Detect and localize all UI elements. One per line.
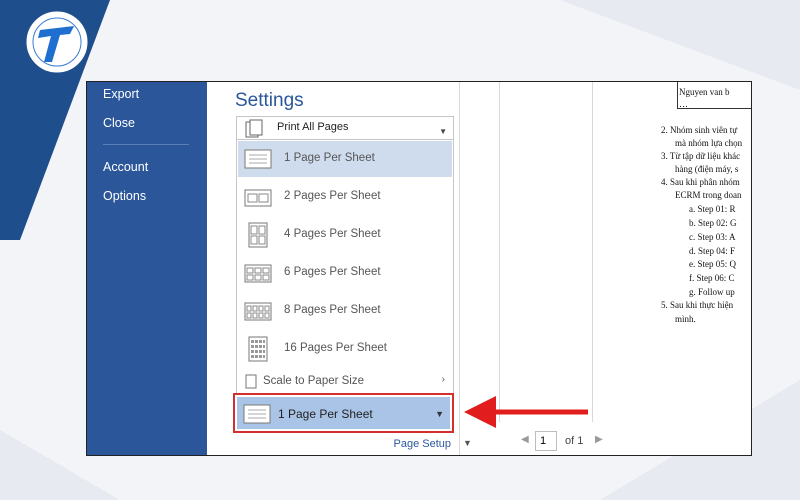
panel-divider: [459, 82, 460, 455]
annotation-arrow-icon: [464, 396, 588, 428]
print-pages-icon: [245, 119, 263, 138]
settings-title: Settings: [235, 90, 304, 111]
page-setup-link[interactable]: Page Setup: [394, 438, 452, 450]
option-6-pages-per-sheet[interactable]: 6 Pages Per Sheet: [238, 255, 452, 291]
sidebar-item-options[interactable]: Options: [103, 189, 146, 203]
preview-page-edge: [499, 82, 500, 422]
doc-line: a. Step 01: R: [689, 204, 736, 214]
scroll-down-icon[interactable]: ▼: [463, 438, 472, 448]
sidebar-item-close[interactable]: Close: [103, 116, 135, 130]
option-label: 4 Pages Per Sheet: [284, 228, 381, 240]
doc-line: b. Step 02: G: [689, 218, 737, 228]
one-page-icon: [243, 404, 271, 424]
four-pages-icon: [248, 222, 268, 248]
settings-panel: Settings Print All Pages ▼ 1 Page Per Sh…: [207, 82, 459, 455]
option-label: 6 Pages Per Sheet: [284, 266, 381, 278]
print-all-pages-label: Print All Pages: [277, 121, 349, 133]
option-2-pages-per-sheet[interactable]: 2 Pages Per Sheet: [238, 179, 452, 215]
doc-line: f. Step 06: C: [689, 273, 735, 283]
page-count-label: of 1: [565, 435, 584, 447]
doc-line: mình.: [675, 314, 696, 324]
sidebar-item-export[interactable]: Export: [103, 87, 139, 101]
option-4-pages-per-sheet[interactable]: 4 Pages Per Sheet: [238, 217, 452, 253]
sixteen-pages-icon: [248, 336, 268, 362]
doc-line: 3. Từ tập dữ liệu khác: [661, 151, 741, 161]
backstage-sidebar: Export Close Account Options: [87, 82, 207, 455]
print-all-pages-dropdown[interactable]: Print All Pages ▼: [236, 116, 454, 141]
six-pages-icon: [244, 264, 272, 283]
word-print-backstage: Export Close Account Options Settings Pr…: [86, 81, 752, 456]
option-8-pages-per-sheet[interactable]: 8 Pages Per Sheet: [238, 293, 452, 329]
option-label: 16 Pages Per Sheet: [284, 342, 387, 354]
one-page-icon: [244, 149, 272, 169]
doc-line: g. Follow up: [689, 287, 735, 297]
doc-line: hàng (điện máy, s: [675, 164, 739, 174]
pages-per-sheet-dropdown[interactable]: 1 Page Per Sheet ▼: [237, 397, 450, 429]
option-label: 1 Page Per Sheet: [284, 152, 375, 164]
doc-line: 2. Nhóm sinh viên tự: [661, 125, 738, 135]
doc-line: c. Step 03: A: [689, 232, 736, 242]
doc-line: d. Step 04: F: [689, 246, 736, 256]
doc-line: Nguyen van b: [679, 87, 730, 97]
option-label: 2 Pages Per Sheet: [284, 190, 381, 202]
option-1-page-per-sheet[interactable]: 1 Page Per Sheet: [238, 141, 452, 177]
preview-page-edge: [592, 82, 593, 422]
doc-line: ECRM trong doan: [675, 190, 742, 200]
scale-to-paper-label: Scale to Paper Size: [263, 375, 365, 387]
pages-per-sheet-selector-highlight: 1 Page Per Sheet ▼: [233, 393, 454, 433]
chevron-right-icon: ›: [441, 374, 445, 385]
chevron-down-icon: ▼: [435, 409, 444, 419]
sidebar-item-account[interactable]: Account: [103, 160, 148, 174]
previous-page-icon[interactable]: ◀: [521, 434, 529, 445]
selected-option-label: 1 Page Per Sheet: [278, 407, 373, 421]
doc-line: …: [679, 99, 688, 109]
page-number-input[interactable]: [535, 431, 557, 451]
doc-line: e. Step 05: Q: [689, 259, 736, 269]
scale-to-paper-size-item[interactable]: Scale to Paper Size ›: [236, 371, 454, 394]
two-pages-icon: [244, 189, 272, 207]
eight-pages-icon: [244, 302, 272, 321]
scale-paper-icon: [245, 374, 257, 389]
pages-per-sheet-list: 1 Page Per Sheet 2 Pages Per Sheet 4 Pag…: [236, 139, 454, 390]
document-preview: Nguyen van b … 2. Nhóm sinh viên tự mà n…: [645, 82, 751, 455]
doc-line: 4. Sau khi phân nhóm: [661, 177, 740, 187]
sidebar-divider: [103, 144, 189, 145]
next-page-icon[interactable]: ▶: [595, 434, 603, 445]
chevron-down-icon: ▼: [439, 127, 447, 136]
doc-line: 5. Sau khi thực hiện: [661, 300, 734, 310]
option-label: 8 Pages Per Sheet: [284, 304, 381, 316]
doc-line: mà nhóm lựa chọn: [675, 138, 743, 148]
option-16-pages-per-sheet[interactable]: 16 Pages Per Sheet: [238, 331, 452, 367]
